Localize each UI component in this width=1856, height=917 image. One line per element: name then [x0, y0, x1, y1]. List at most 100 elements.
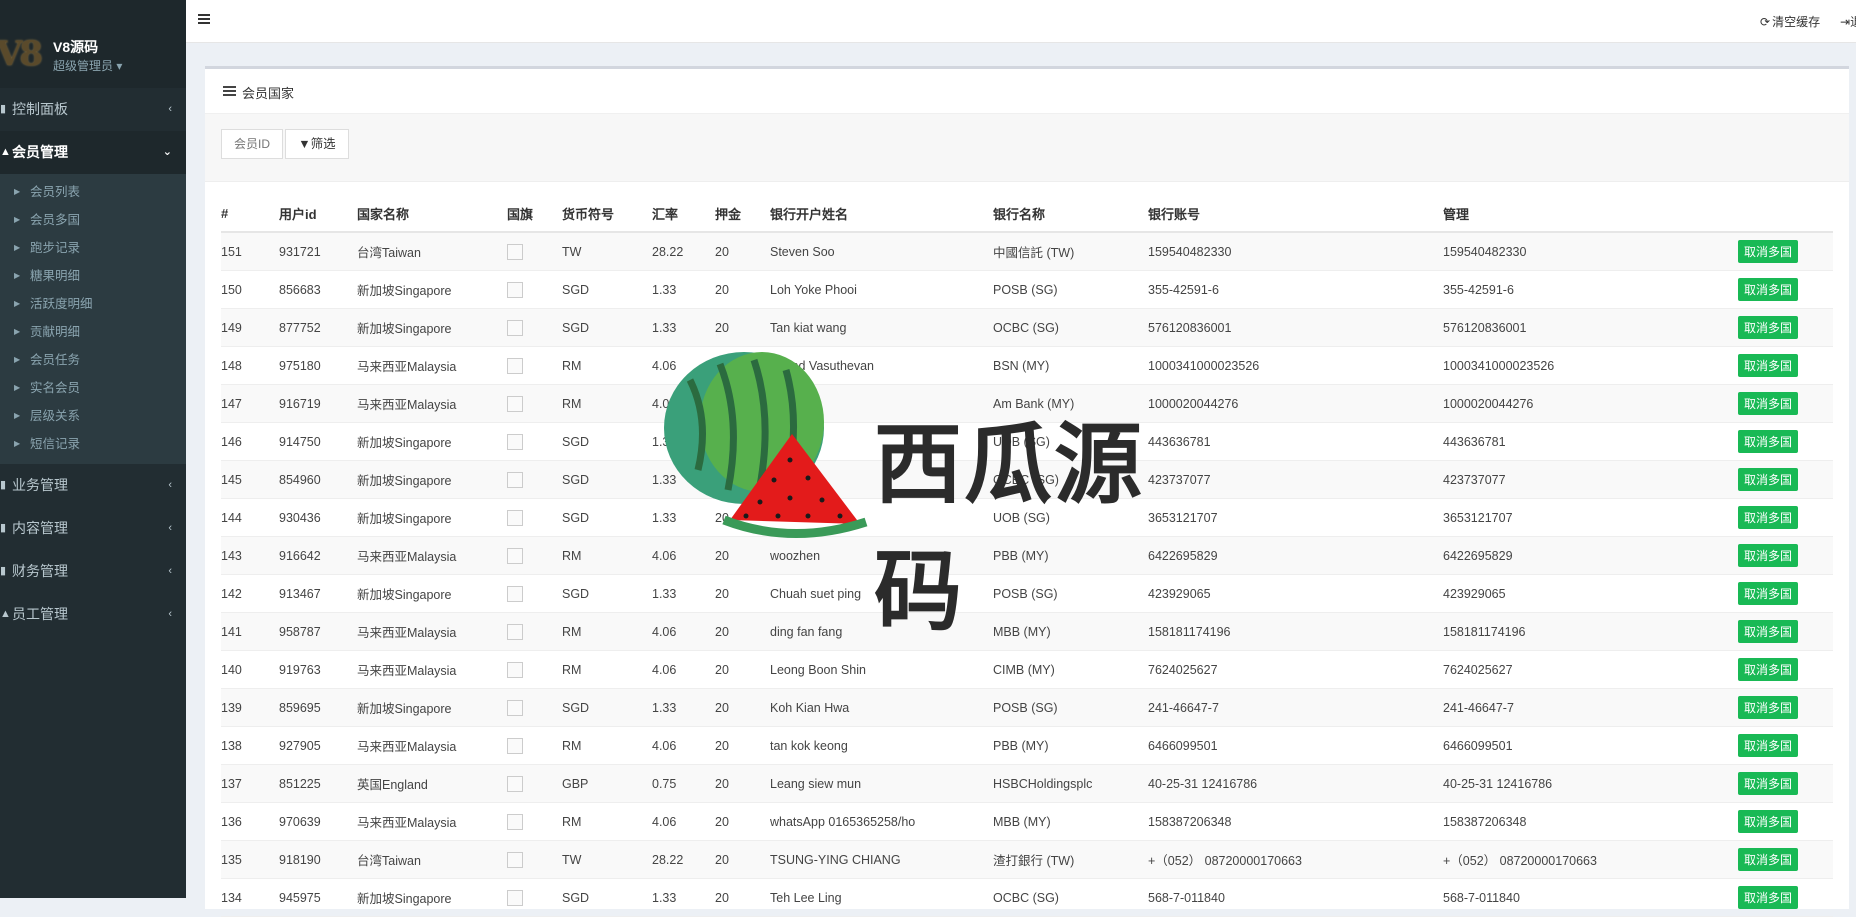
cell-country-name: 马来西亚Malaysia — [357, 384, 507, 423]
cancel-multi-country-button[interactable]: 取消多国 — [1738, 506, 1799, 529]
submenu-item[interactable]: ▶ 会员多国 — [0, 206, 186, 234]
filter-button[interactable]: ▼筛选 — [285, 129, 349, 159]
table-row: 139 859695 新加坡Singapore SGD 1.33 20 Koh Kian H… — [221, 688, 1833, 727]
page-title: 会员国家 — [223, 83, 294, 102]
sidebar-item-label: 内容管理 — [12, 520, 68, 536]
cancel-multi-country-button[interactable]: 取消多国 — [1738, 772, 1799, 795]
cancel-multi-country-button[interactable]: 取消多国 — [1738, 848, 1799, 871]
brand-logo: V8 — [0, 34, 43, 74]
cell-flag — [507, 840, 562, 879]
cancel-multi-country-button[interactable]: 取消多国 — [1738, 392, 1799, 415]
cell-currency: RM — [562, 612, 652, 651]
cell-bank-name: UOB (SG) — [993, 422, 1148, 461]
cancel-multi-country-button[interactable]: 取消多国 — [1738, 468, 1799, 491]
cell-manage: 241-46647-7 — [1443, 688, 1738, 727]
cell-user-id: 970639 — [279, 802, 357, 841]
cancel-multi-country-button[interactable]: 取消多国 — [1738, 240, 1799, 263]
cell-user-id: 927905 — [279, 726, 357, 765]
submenu-item[interactable]: ▶ 会员列表 — [0, 178, 186, 206]
cancel-multi-country-button[interactable]: 取消多国 — [1738, 734, 1799, 757]
cell-flag — [507, 232, 562, 271]
cancel-multi-country-button[interactable]: 取消多国 — [1738, 278, 1799, 301]
cell-rate: 28.22 — [652, 840, 715, 879]
clear-cache-link[interactable]: ⟳ 清空缓存 — [1760, 13, 1820, 30]
submenu-item[interactable]: ▶ 实名会员 — [0, 374, 186, 402]
cell-user-id: 958787 — [279, 612, 357, 651]
cell-user-id: 916719 — [279, 384, 357, 423]
cancel-multi-country-button[interactable]: 取消多国 — [1738, 354, 1799, 377]
member-id-input[interactable] — [221, 129, 283, 159]
cancel-multi-country-button[interactable]: 取消多国 — [1738, 316, 1799, 339]
cell-user-id: 918190 — [279, 840, 357, 879]
cell-deposit: 20 — [715, 726, 770, 765]
chevron-left-icon: ‹ — [168, 522, 172, 534]
cell-flag — [507, 650, 562, 689]
flag-image — [507, 471, 523, 488]
cancel-multi-country-button[interactable]: 取消多国 — [1738, 620, 1799, 643]
submenu-item[interactable]: ▶ 跑步记录 — [0, 234, 186, 262]
cell-action: 取消多国 — [1738, 270, 1833, 309]
cell-account-name: Leang siew mun — [770, 764, 993, 803]
cancel-multi-country-button[interactable]: 取消多国 — [1738, 544, 1799, 567]
cell-bank-account: 158181174196 — [1148, 612, 1443, 651]
submenu-item[interactable]: ▶ 活跃度明细 — [0, 290, 186, 318]
sidebar-item-members[interactable]: ▲ 会员管理 ⌄ — [0, 131, 186, 174]
cell-account-name: Koh Kian Hwa — [770, 688, 993, 727]
cell-index: 137 — [221, 764, 279, 803]
cell-index: 135 — [221, 840, 279, 879]
cell-deposit: 20 — [715, 270, 770, 309]
cell-action: 取消多国 — [1738, 232, 1833, 271]
cell-index: 146 — [221, 422, 279, 461]
cell-flag — [507, 764, 562, 803]
chevron-down-icon: ⌄ — [162, 146, 172, 158]
cell-bank-name: HSBCHoldingsplc — [993, 764, 1148, 803]
user-role-dropdown[interactable]: 超级管理员 ▾ — [53, 57, 122, 74]
cell-action: 取消多国 — [1738, 802, 1833, 841]
file-icon: ▮ — [0, 522, 7, 534]
cell-bank-account: 576120836001 — [1148, 308, 1443, 347]
submenu-item[interactable]: ▶ 短信记录 — [0, 430, 186, 458]
cell-currency: RM — [562, 650, 652, 689]
sidebar-item-business[interactable]: ▮ 业务管理 ‹ — [0, 464, 186, 507]
cell-country-name: 台湾Taiwan — [357, 232, 507, 271]
cell-rate: 1.33 — [652, 574, 715, 613]
cell-deposit: 20 — [715, 840, 770, 879]
sidebar-item-staff[interactable]: ▲ 员工管理 ‹ — [0, 593, 186, 636]
submenu-item[interactable]: ▶ 贡献明细 — [0, 318, 186, 346]
cell-user-id: 975180 — [279, 346, 357, 385]
cell-user-id: 859695 — [279, 688, 357, 727]
submenu-item[interactable]: ▶ 层级关系 — [0, 402, 186, 430]
table-row: 148 975180 马来西亚Malaysia RM 4.06 20 Arvind Vasu… — [221, 346, 1833, 385]
logout-link[interactable]: ⇥退 — [1840, 13, 1856, 30]
cell-currency: TW — [562, 840, 652, 879]
cell-flag — [507, 308, 562, 347]
cell-action: 取消多国 — [1738, 840, 1833, 879]
cell-flag — [507, 688, 562, 727]
flag-image — [507, 509, 523, 526]
cell-currency: RM — [562, 802, 652, 841]
filter-bar: ▼筛选 — [205, 114, 1849, 182]
cancel-multi-country-button[interactable]: 取消多国 — [1738, 810, 1799, 833]
submenu-item[interactable]: ▶ 糖果明细 — [0, 262, 186, 290]
sidebar-item-dashboard[interactable]: ▮ 控制面板 ‹ — [0, 88, 186, 131]
sidebar-toggle-icon[interactable] — [198, 14, 210, 24]
cell-bank-account: 423737077 — [1148, 460, 1443, 499]
cell-index: 143 — [221, 536, 279, 575]
col-header: 银行账号 — [1148, 195, 1443, 233]
cancel-multi-country-button[interactable]: 取消多国 — [1738, 658, 1799, 681]
content-box: 会员国家 ▼筛选 # 用户id 国家名称 国旗 货币符号 汇率 押金 银行开户姓… — [205, 66, 1849, 917]
cell-bank-name: 中國信託 (TW) — [993, 232, 1148, 271]
cell-flag — [507, 726, 562, 765]
cancel-multi-country-button[interactable]: 取消多国 — [1738, 430, 1799, 453]
cell-account-name: Hui — [770, 460, 993, 499]
submenu-item[interactable]: ▶ 会员任务 — [0, 346, 186, 374]
cancel-multi-country-button[interactable]: 取消多国 — [1738, 696, 1799, 719]
sidebar-item-finance[interactable]: ▮ 财务管理 ‹ — [0, 550, 186, 593]
cell-bank-name: CIMB (MY) — [993, 650, 1148, 689]
cell-bank-name: MBB (MY) — [993, 612, 1148, 651]
cancel-multi-country-button[interactable]: 取消多国 — [1738, 582, 1799, 605]
cell-manage: 423737077 — [1443, 460, 1738, 499]
cell-bank-name: OCBC (SG) — [993, 308, 1148, 347]
sidebar-item-content[interactable]: ▮ 内容管理 ‹ — [0, 507, 186, 550]
cell-index: 148 — [221, 346, 279, 385]
